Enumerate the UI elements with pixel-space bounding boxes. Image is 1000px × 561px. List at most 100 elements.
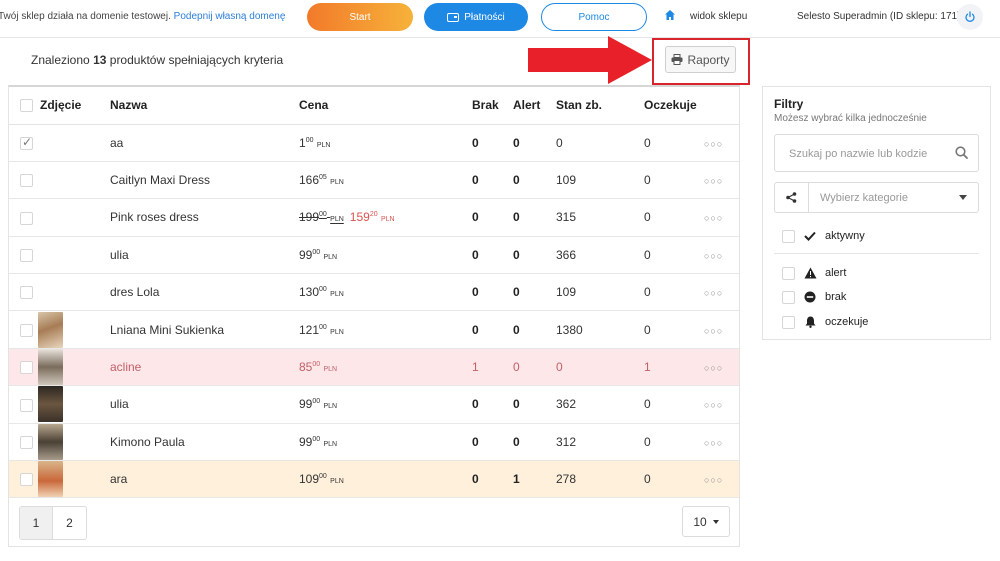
per-page-select[interactable]: 10 — [682, 506, 730, 537]
table-row[interactable]: aa 100 PLN 0 0 0 0 ○○○ — [9, 124, 739, 162]
select-all-checkbox[interactable] — [20, 99, 33, 113]
table-row[interactable]: ulia 9900 PLN 0 0 362 0 ○○○ — [9, 385, 739, 424]
results-summary: Znaleziono 13 produktów spełniających kr… — [31, 53, 283, 67]
product-name[interactable]: Pink roses dress — [110, 198, 299, 237]
filter-active[interactable]: aktywny — [782, 228, 865, 244]
wallet-icon — [447, 12, 460, 22]
payments-button[interactable]: Płatności — [424, 3, 528, 31]
table-row[interactable]: Kimono Paula 9900 PLN 0 0 312 0 ○○○ — [9, 423, 739, 462]
pending-value: 1 — [644, 348, 704, 387]
column-brak[interactable]: Brak — [472, 87, 513, 125]
product-thumbnail[interactable] — [38, 349, 63, 386]
filter-brak-checkbox[interactable] — [782, 290, 795, 304]
page-2-button[interactable]: 2 — [53, 507, 86, 539]
product-thumbnail[interactable] — [38, 386, 63, 423]
search-input[interactable]: Szukaj po nazwie lub kodzie — [774, 134, 979, 172]
filters-panel: Filtry Możesz wybrać kilka jednocześnie … — [762, 86, 991, 340]
row-menu-icon[interactable]: ○○○ — [704, 400, 723, 410]
product-name[interactable]: Lniana Mini Sukienka — [110, 310, 299, 349]
filter-alert[interactable]: alert — [782, 265, 846, 281]
row-checkbox[interactable] — [20, 249, 33, 263]
row-checkbox[interactable] — [20, 473, 33, 487]
row-menu-icon[interactable]: ○○○ — [704, 475, 723, 485]
category-share-button[interactable] — [774, 182, 809, 213]
product-name[interactable]: ulia — [110, 385, 299, 424]
row-checkbox[interactable] — [20, 135, 33, 150]
help-button[interactable]: Pomoc — [541, 3, 647, 31]
row-menu-icon[interactable]: ○○○ — [704, 139, 723, 149]
connect-domain-link[interactable]: Podepnij własną domenę — [174, 11, 286, 22]
row-menu-icon[interactable]: ○○○ — [704, 363, 723, 373]
product-name[interactable]: dres Lola — [110, 273, 299, 312]
start-button[interactable]: Start — [307, 3, 413, 31]
row-menu-icon[interactable]: ○○○ — [704, 176, 723, 186]
product-name[interactable]: Caitlyn Maxi Dress — [110, 161, 299, 200]
filter-brak[interactable]: brak — [782, 289, 846, 305]
stock-value: 0 — [556, 348, 644, 387]
reports-button-label: Raporty — [687, 52, 730, 67]
results-count: 13 — [93, 53, 107, 67]
product-thumbnail[interactable] — [38, 461, 63, 498]
old-price: 19900 PLN — [299, 210, 344, 225]
filter-oczekuje[interactable]: oczekuje — [782, 314, 868, 330]
logout-button[interactable] — [957, 4, 983, 30]
column-name[interactable]: Nazwa — [110, 87, 299, 125]
table-row[interactable]: Caitlyn Maxi Dress 16605 PLN 0 0 109 0 ○… — [9, 161, 739, 200]
pending-value: 0 — [644, 385, 704, 424]
top-bar: Twój sklep działa na domenie testowej. P… — [0, 0, 1000, 38]
table-row[interactable]: Pink roses dress 19900 PLN 15920 PLN 0 0 … — [9, 198, 739, 237]
row-menu-icon[interactable]: ○○○ — [704, 288, 723, 298]
row-menu-icon[interactable]: ○○○ — [704, 438, 723, 448]
column-oczekuje[interactable]: Oczekuje — [644, 87, 704, 125]
help-button-label: Pomoc — [578, 11, 610, 23]
product-name[interactable]: ara — [110, 460, 299, 499]
product-thumbnail[interactable] — [38, 423, 63, 460]
pending-value: 0 — [644, 124, 704, 162]
product-name[interactable]: aa — [110, 124, 299, 162]
product-thumbnail[interactable] — [38, 311, 63, 348]
filter-alert-label: alert — [825, 267, 847, 279]
page-1-button[interactable]: 1 — [20, 507, 53, 539]
column-price[interactable]: Cena — [299, 87, 472, 125]
column-stock[interactable]: Stan zb. — [556, 87, 644, 125]
home-icon[interactable] — [664, 9, 676, 21]
product-name[interactable]: acline — [110, 348, 299, 387]
search-placeholder: Szukaj po nazwie lub kodzie — [789, 148, 928, 160]
row-checkbox[interactable] — [20, 211, 33, 225]
row-checkbox[interactable] — [20, 323, 33, 337]
product-name[interactable]: Kimono Paula — [110, 423, 299, 462]
brak-value: 0 — [472, 236, 513, 275]
row-checkbox[interactable] — [20, 361, 33, 375]
row-checkbox[interactable] — [20, 286, 33, 300]
row-menu-icon[interactable]: ○○○ — [704, 251, 723, 261]
table-row[interactable]: ulia 9900 PLN 0 0 366 0 ○○○ — [9, 236, 739, 275]
user-label: Selesto Superadmin (ID sklepu: 171) — [797, 11, 961, 22]
shop-view-link[interactable]: widok sklepu — [690, 11, 747, 22]
product-name[interactable]: ulia — [110, 236, 299, 275]
table-row-alert[interactable]: ara 10900 PLN 0 1 278 0 ○○○ — [9, 460, 739, 499]
pending-value: 0 — [644, 198, 704, 237]
category-placeholder: Wybierz kategorie — [820, 192, 908, 204]
pending-value: 0 — [644, 236, 704, 275]
table-row[interactable]: Lniana Mini Sukienka 12100 PLN 0 0 1380 … — [9, 310, 739, 349]
filter-active-checkbox[interactable] — [782, 229, 795, 243]
filter-oczekuje-checkbox[interactable] — [782, 315, 795, 329]
row-checkbox[interactable] — [20, 174, 33, 188]
row-menu-icon[interactable]: ○○○ — [704, 213, 723, 223]
product-price: 10900 PLN — [299, 460, 472, 499]
search-icon[interactable] — [955, 146, 968, 159]
row-checkbox[interactable] — [20, 398, 33, 412]
check-icon — [803, 231, 817, 241]
category-select[interactable]: Wybierz kategorie — [809, 182, 979, 213]
reports-button[interactable]: Raporty — [665, 46, 736, 73]
brak-value: 0 — [472, 273, 513, 312]
filter-alert-checkbox[interactable] — [782, 266, 795, 280]
table-row-out-of-stock[interactable]: acline 8500 PLN 1 0 0 1 ○○○ — [9, 348, 739, 387]
row-menu-icon[interactable]: ○○○ — [704, 326, 723, 336]
stock-value: 109 — [556, 273, 644, 312]
product-price: 8500 PLN — [299, 348, 472, 387]
bell-icon — [803, 316, 817, 328]
row-checkbox[interactable] — [20, 435, 33, 449]
table-row[interactable]: dres Lola 13000 PLN 0 0 109 0 ○○○ — [9, 273, 739, 312]
column-alert[interactable]: Alert — [513, 87, 556, 125]
